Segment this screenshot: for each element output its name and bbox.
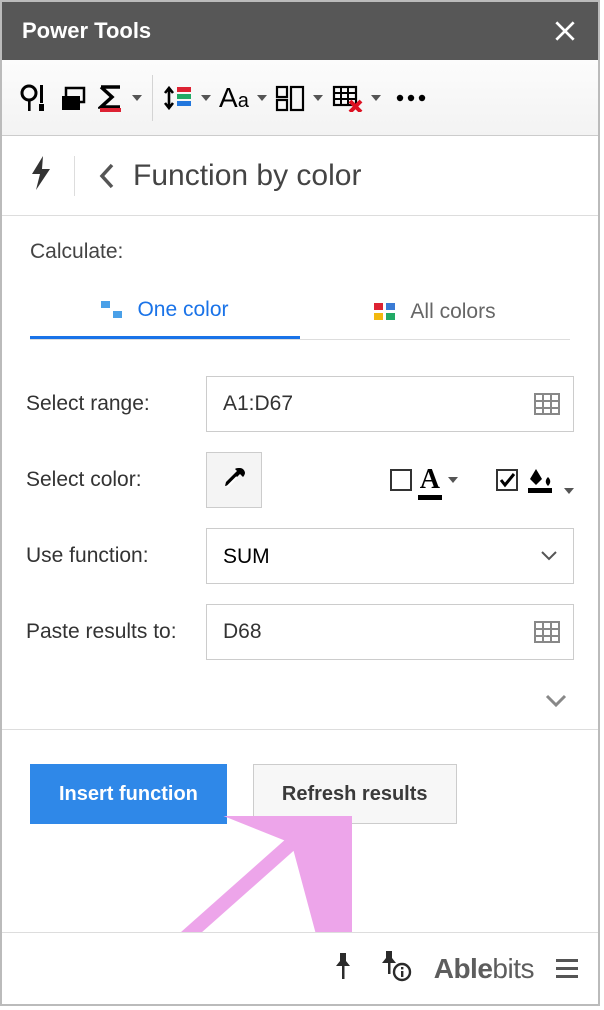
more-tools-icon[interactable] [389,78,427,118]
insert-function-button[interactable]: Insert function [30,764,227,824]
brand-logo[interactable]: Ablebits [434,953,534,985]
fill-color-checkbox[interactable] [496,469,518,491]
chevron-down-icon [201,95,211,101]
paste-results-label: Paste results to: [26,620,206,644]
refresh-results-button[interactable]: Refresh results [253,764,457,824]
text-case-tool-icon[interactable]: Aa [219,78,267,118]
toolbar: Aa [2,60,598,136]
close-icon[interactable] [552,18,578,44]
select-range-input[interactable] [206,376,574,432]
fill-color-picker[interactable] [526,466,574,494]
tab-one-color-label: One color [137,298,228,322]
sheets-tool-icon[interactable] [58,78,90,118]
window-title: Power Tools [22,18,151,44]
tab-all-colors[interactable]: All colors [300,284,570,339]
sigma-tool-icon[interactable] [98,78,142,118]
chevron-down-icon [371,95,381,101]
use-function-label: Use function: [26,544,206,568]
lightning-icon[interactable] [30,156,52,195]
chevron-down-icon [448,477,458,483]
select-color-label: Select color: [26,468,206,492]
back-button[interactable] [97,162,117,190]
eyedropper-button[interactable] [206,452,262,508]
range-picker-icon[interactable] [534,393,560,415]
paste-results-input[interactable] [206,604,574,660]
use-function-select[interactable]: SUM [206,528,574,584]
chevron-down-icon [313,95,323,101]
find-tool-icon[interactable] [18,78,50,118]
info-pin-icon[interactable] [378,950,412,987]
remove-tool-icon[interactable] [331,78,381,118]
chevron-down-icon [132,95,142,101]
range-picker-icon[interactable] [534,621,560,643]
pin-icon[interactable] [330,951,356,986]
font-color-checkbox[interactable] [390,469,412,491]
chevron-down-icon [564,488,574,494]
tab-all-colors-label: All colors [410,300,495,324]
expand-options-icon[interactable] [544,692,568,713]
select-range-label: Select range: [26,392,206,416]
tab-one-color[interactable]: One color [30,284,300,339]
split-merge-tool-icon[interactable] [275,78,323,118]
chevron-down-icon [257,95,267,101]
menu-icon[interactable] [556,959,578,978]
font-color-picker[interactable]: A [420,464,458,496]
calculate-label: Calculate: [30,240,570,264]
sort-color-tool-icon[interactable] [163,78,211,118]
page-title: Function by color [133,159,361,193]
